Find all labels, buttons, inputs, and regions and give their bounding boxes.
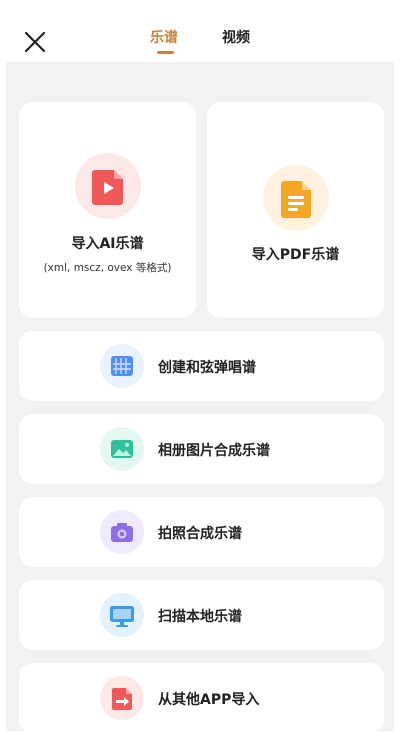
import-ai-score-card[interactable]: 导入AI乐谱 (xml, mscz, ovex 等格式)	[19, 102, 196, 318]
video-file-icon	[74, 153, 141, 219]
tab-video[interactable]: 视频	[222, 27, 250, 47]
import-pdf-score-title: 导入PDF乐谱	[251, 247, 340, 263]
image-icon	[100, 427, 144, 471]
top-bar: 乐谱 视频	[0, 0, 400, 62]
keyboard-grid-icon	[100, 344, 144, 388]
menu-item-label: 拍照合成乐谱	[158, 526, 242, 542]
menu-item-label: 相册图片合成乐谱	[158, 443, 270, 459]
import-ai-score-title: 导入AI乐谱	[71, 236, 144, 252]
tab-score[interactable]: 乐谱	[150, 27, 178, 47]
content-area: 导入AI乐谱 (xml, mscz, ovex 等格式) 导入PDF乐谱 创建和…	[6, 62, 394, 733]
document-icon	[262, 165, 329, 231]
import-ai-score-formats: (xml, mscz, ovex 等格式)	[43, 262, 172, 274]
camera-icon	[100, 510, 144, 554]
monitor-icon	[100, 593, 144, 637]
menu-item-label: 从其他APP导入	[158, 692, 260, 708]
close-button[interactable]	[22, 29, 48, 55]
album-image-score-item[interactable]: 相册图片合成乐谱	[19, 414, 384, 484]
import-from-other-app-item[interactable]: 从其他APP导入	[19, 663, 384, 733]
import-pdf-score-card[interactable]: 导入PDF乐谱	[207, 102, 384, 318]
scan-local-score-item[interactable]: 扫描本地乐谱	[19, 580, 384, 650]
menu-item-label: 创建和弦弹唱谱	[158, 360, 256, 376]
photo-score-item[interactable]: 拍照合成乐谱	[19, 497, 384, 567]
close-icon	[24, 31, 46, 53]
create-chord-sheet-item[interactable]: 创建和弦弹唱谱	[19, 331, 384, 401]
menu-item-label: 扫描本地乐谱	[158, 609, 242, 625]
active-tab-indicator	[157, 51, 174, 54]
import-file-icon	[100, 676, 144, 720]
